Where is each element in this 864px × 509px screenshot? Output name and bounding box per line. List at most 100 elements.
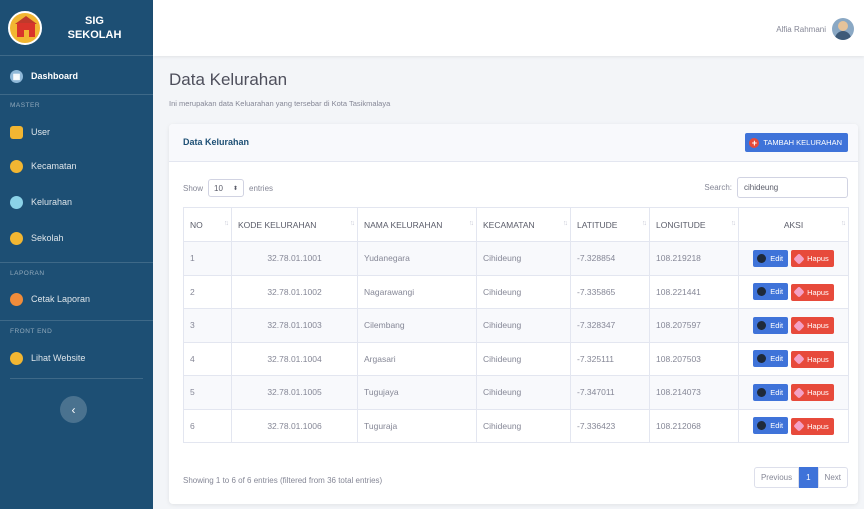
next-page-button[interactable]: Next <box>817 467 848 488</box>
length-entries-label: entries <box>249 183 274 193</box>
table-row: 1 32.78.01.1001 Yudanegara Cihideung -7.… <box>183 241 849 276</box>
sidebar-divider <box>10 378 143 379</box>
col-header-no[interactable]: NO ↑↓ <box>183 207 232 242</box>
edit-button[interactable]: Edit <box>753 283 789 300</box>
sidebar-item-label: Dashboard <box>31 71 79 81</box>
search-label: Search: <box>704 183 732 192</box>
sidebar-item-label: Lihat Website <box>31 353 86 363</box>
previous-page-button[interactable]: Previous <box>753 467 800 488</box>
edit-button[interactable]: Edit <box>753 350 789 367</box>
sidebar-heading-master: MASTER <box>0 94 153 116</box>
sort-icon: ↑↓ <box>224 220 229 227</box>
col-header-longitude[interactable]: LONGITUDE ↑↓ <box>649 207 739 242</box>
entries-select[interactable]: 10 ⬍ <box>208 179 245 197</box>
eraser-icon <box>793 286 805 298</box>
col-header-aksi[interactable]: AKSI ↑↓ <box>738 207 849 242</box>
sidebar-item-cetak-laporan[interactable]: Cetak Laporan <box>0 284 153 314</box>
sidebar-item-kecamatan[interactable]: Kecamatan <box>0 148 153 184</box>
avatar <box>832 18 854 40</box>
pencil-icon <box>757 421 767 430</box>
entries-select-value: 10 <box>214 183 223 193</box>
eraser-icon <box>793 386 805 399</box>
pencil-icon <box>757 320 767 330</box>
card-title: Data Kelurahan <box>183 137 250 147</box>
edit-button[interactable]: Edit <box>753 249 789 267</box>
card-header: Data Kelurahan + TAMBAH KELURAHAN <box>169 124 858 162</box>
pagination: Previous 1 Next <box>753 467 848 488</box>
edit-button[interactable]: Edit <box>753 417 789 434</box>
pencil-icon <box>757 253 767 263</box>
add-button-label: TAMBAH KELURAHAN <box>763 138 842 147</box>
table-header-row: NO ↑↓ KODE KELURAHAN ↑↓ NAMA KELURAHAN ↑↓ K… <box>183 207 849 242</box>
eye-icon <box>10 351 23 365</box>
users-icon <box>10 125 23 139</box>
school-logo-icon <box>8 10 42 45</box>
delete-button[interactable]: Hapus <box>791 350 834 368</box>
delete-button[interactable]: Hapus <box>791 417 834 435</box>
sidebar-item-user[interactable]: User <box>0 116 153 148</box>
sidebar-item-label: Cetak Laporan <box>31 294 91 304</box>
sidebar-toggle-button[interactable]: ‹ <box>60 396 87 423</box>
sort-icon: ↑↓ <box>563 220 568 227</box>
page-title: Data Kelurahan <box>169 70 288 89</box>
kelurahan-table: NO ↑↓ KODE KELURAHAN ↑↓ NAMA KELURAHAN ↑↓ K… <box>183 207 849 443</box>
sort-icon: ↑↓ <box>469 220 474 227</box>
eraser-icon <box>793 252 805 265</box>
user-name: Alfia Rahmani <box>776 24 826 34</box>
search-input[interactable] <box>737 177 848 198</box>
col-header-kecamatan[interactable]: KECAMATAN ↑↓ <box>476 207 571 242</box>
delete-button[interactable]: Hapus <box>791 250 834 267</box>
edit-button[interactable]: Edit <box>753 316 789 334</box>
globe-icon <box>10 195 23 209</box>
page-1-button[interactable]: 1 <box>799 467 818 488</box>
add-kelurahan-button[interactable]: + TAMBAH KELURAHAN <box>745 133 848 152</box>
brand-name: SIG SEKOLAH <box>42 14 153 42</box>
user-menu[interactable]: Alfia Rahmani <box>776 18 854 40</box>
entries-length: Show 10 ⬍ entries <box>183 179 273 197</box>
sidebar-item-kelurahan[interactable]: Kelurahan <box>0 184 153 220</box>
delete-button[interactable]: Hapus <box>791 384 834 401</box>
topbar: Alfia Rahmani <box>153 0 864 56</box>
sort-icon: ↑↓ <box>841 220 846 227</box>
length-show-label: Show <box>183 183 204 193</box>
sidebar-item-label: Sekolah <box>31 233 64 243</box>
pencil-icon <box>757 354 767 363</box>
delete-button[interactable]: Hapus <box>791 317 834 334</box>
eraser-icon <box>793 353 805 365</box>
dashboard-icon: ▦ <box>10 69 23 83</box>
table-row: 4 32.78.01.1004 Argasari Cihideung -7.32… <box>183 341 849 376</box>
eraser-icon <box>793 420 805 432</box>
table-row: 3 32.78.01.1003 Cilembang Cihideung -7.3… <box>183 308 849 343</box>
col-header-latitude[interactable]: LATITUDE ↑↓ <box>570 207 650 242</box>
chevron-updown-icon: ⬍ <box>232 185 239 192</box>
sidebar-heading-frontend: FRONT END <box>0 320 153 342</box>
sidebar-item-label: Kelurahan <box>31 197 73 207</box>
print-icon <box>10 292 23 306</box>
sort-icon: ↑↓ <box>642 220 647 227</box>
pencil-icon <box>757 387 767 397</box>
data-card: Data Kelurahan + TAMBAH KELURAHAN Show 1… <box>169 124 858 504</box>
brand[interactable]: SIG SEKOLAH <box>0 0 153 56</box>
table-row: 5 32.78.01.1005 Tugujaya Cihideung -7.34… <box>183 375 849 410</box>
sidebar-item-dashboard[interactable]: ▦ Dashboard <box>0 58 153 94</box>
sidebar-item-sekolah[interactable]: Sekolah <box>0 220 153 256</box>
pencil-icon <box>757 287 767 296</box>
plus-icon: + <box>749 137 760 148</box>
sidebar-heading-laporan: LAPORAN <box>0 262 153 284</box>
sidebar-item-label: User <box>31 127 51 137</box>
col-header-nama[interactable]: NAMA KELURAHAN ↑↓ <box>357 207 477 242</box>
delete-button[interactable]: Hapus <box>791 283 834 301</box>
edit-button[interactable]: Edit <box>753 383 789 401</box>
eraser-icon <box>793 319 805 332</box>
sort-icon: ↑↓ <box>731 220 736 227</box>
page-subtitle: Ini merupakan data Keluarahan yang terse… <box>169 99 391 108</box>
school-icon <box>10 231 23 245</box>
sort-icon: ↑↓ <box>350 220 355 227</box>
sidebar-item-lihat-website[interactable]: Lihat Website <box>0 342 153 374</box>
col-header-kode[interactable]: KODE KELURAHAN ↑↓ <box>231 207 358 242</box>
table-row: 2 32.78.01.1002 Nagarawangi Cihideung -7… <box>183 274 849 309</box>
table-row: 6 32.78.01.1006 Tuguraja Cihideung -7.33… <box>183 408 849 443</box>
sidebar-item-label: Kecamatan <box>31 161 77 171</box>
brand-line2: SEKOLAH <box>67 28 122 41</box>
sidebar: SIG SEKOLAH ▦ Dashboard MASTER User Keca… <box>0 0 153 509</box>
